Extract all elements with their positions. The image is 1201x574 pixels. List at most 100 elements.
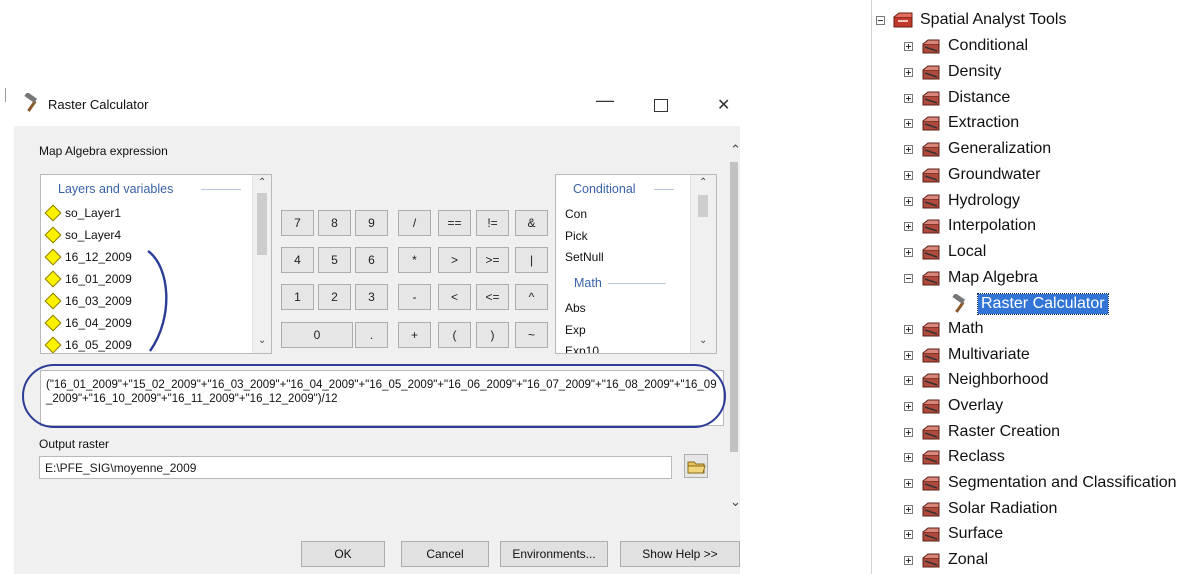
tree-item-density[interactable]: Density [904,60,1001,84]
function-item[interactable]: Abs [565,301,586,315]
key-plus[interactable]: + [398,322,431,348]
function-item[interactable]: Exp10 [565,344,599,353]
key-or[interactable]: | [515,247,548,273]
tree-root-spatial-analyst[interactable]: Spatial Analyst Tools [876,8,1066,32]
expand-icon[interactable] [904,93,913,103]
expand-icon[interactable] [904,478,913,488]
maximize-button[interactable] [654,99,668,112]
minimize-button[interactable]: — [596,90,614,111]
scroll-down-arrow-icon[interactable]: ⌄ [699,335,707,346]
dialog-scrollbar[interactable]: ⌃ ⌄ [728,142,741,514]
scroll-thumb[interactable] [698,195,708,217]
key-4[interactable]: 4 [281,247,314,273]
key-not[interactable]: ~ [515,322,548,348]
scroll-up-arrow-icon[interactable]: ⌃ [730,142,741,158]
key-decimal[interactable]: . [355,322,388,348]
tree-item-extraction[interactable]: Extraction [904,111,1019,135]
functions-scrollbar[interactable]: ⌃ ⌄ [690,175,716,353]
function-item[interactable]: Exp [565,323,586,337]
cancel-button[interactable]: Cancel [401,541,489,567]
tree-item-reclass[interactable]: Reclass [904,445,1005,469]
expand-icon[interactable] [904,118,913,128]
close-button[interactable]: ✕ [717,95,730,115]
scroll-down-arrow-icon[interactable]: ⌄ [258,335,266,346]
expand-icon[interactable] [904,196,913,206]
tree-item-zonal[interactable]: Zonal [904,548,988,572]
tree-item-local[interactable]: Local [904,240,986,264]
key-7[interactable]: 7 [281,210,314,236]
collapse-icon[interactable] [904,273,913,283]
key-open-paren[interactable]: ( [438,322,471,348]
title-bar[interactable]: Raster Calculator — ✕ [14,82,740,126]
function-item[interactable]: SetNull [565,250,604,264]
expand-icon[interactable] [904,221,913,231]
tree-item-surface[interactable]: Surface [904,522,1003,546]
expand-icon[interactable] [904,350,913,360]
key-not-equal[interactable]: != [476,210,509,236]
layer-item[interactable]: 16_03_2009 [44,291,132,311]
expand-icon[interactable] [904,67,913,77]
expand-icon[interactable] [904,529,913,539]
tree-item-multivariate[interactable]: Multivariate [904,343,1030,367]
layer-item[interactable]: so_Layer1 [44,203,121,223]
key-xor[interactable]: ^ [515,284,548,310]
tree-item-overlay[interactable]: Overlay [904,394,1003,418]
key-equal[interactable]: == [438,210,471,236]
expand-icon[interactable] [904,401,913,411]
expand-icon[interactable] [904,504,913,514]
key-minus[interactable]: - [398,284,431,310]
expand-icon[interactable] [904,375,913,385]
key-less-equal[interactable]: <= [476,284,509,310]
tree-item-interpolation[interactable]: Interpolation [904,214,1036,238]
key-and[interactable]: & [515,210,548,236]
tree-item-neighborhood[interactable]: Neighborhood [904,368,1049,392]
key-1[interactable]: 1 [281,284,314,310]
expand-icon[interactable] [904,41,913,51]
collapse-icon[interactable] [876,15,885,25]
key-multiply[interactable]: * [398,247,431,273]
tree-item-generalization[interactable]: Generalization [904,137,1051,161]
tree-item-solar-radiation[interactable]: Solar Radiation [904,497,1057,521]
layer-item[interactable]: so_Layer4 [44,225,121,245]
environments-button[interactable]: Environments... [500,541,608,567]
key-divide[interactable]: / [398,210,431,236]
tree-item-raster-calculator[interactable]: Raster Calculator [950,292,1109,316]
tree-item-raster-creation[interactable]: Raster Creation [904,420,1060,444]
layer-item[interactable]: 16_05_2009 [44,335,132,353]
key-close-paren[interactable]: ) [476,322,509,348]
expand-icon[interactable] [904,247,913,257]
key-less[interactable]: < [438,284,471,310]
scroll-thumb[interactable] [257,193,267,255]
key-2[interactable]: 2 [318,284,351,310]
expand-icon[interactable] [904,427,913,437]
tree-item-conditional[interactable]: Conditional [904,34,1028,58]
layer-item[interactable]: 16_12_2009 [44,247,132,267]
layer-item[interactable]: 16_01_2009 [44,269,132,289]
expand-icon[interactable] [904,144,913,154]
layer-item[interactable]: 16_04_2009 [44,313,132,333]
browse-button[interactable] [684,454,708,478]
tree-item-math[interactable]: Math [904,317,984,341]
function-item[interactable]: Pick [565,229,588,243]
tree-item-groundwater[interactable]: Groundwater [904,163,1041,187]
expand-icon[interactable] [904,324,913,334]
key-8[interactable]: 8 [318,210,351,236]
scroll-thumb[interactable] [730,162,738,452]
key-greater[interactable]: > [438,247,471,273]
key-6[interactable]: 6 [355,247,388,273]
key-5[interactable]: 5 [318,247,351,273]
scroll-down-arrow-icon[interactable]: ⌄ [730,494,741,510]
scroll-up-arrow-icon[interactable]: ⌃ [258,177,266,188]
expand-icon[interactable] [904,555,913,565]
tree-item-segmentation-classification[interactable]: Segmentation and Classification [904,471,1177,495]
function-item[interactable]: Con [565,207,587,221]
ok-button[interactable]: OK [301,541,385,567]
key-0[interactable]: 0 [281,322,353,348]
scroll-up-arrow-icon[interactable]: ⌃ [699,177,707,188]
tree-item-map-algebra[interactable]: Map Algebra [904,266,1038,290]
key-greater-equal[interactable]: >= [476,247,509,273]
tree-item-distance[interactable]: Distance [904,86,1010,110]
show-help-button[interactable]: Show Help >> [620,541,740,567]
key-9[interactable]: 9 [355,210,388,236]
expand-icon[interactable] [904,170,913,180]
